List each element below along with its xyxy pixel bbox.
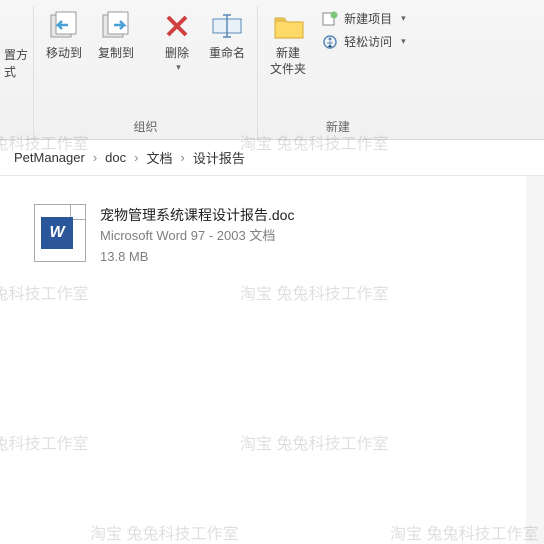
chevron-right-icon: › (134, 150, 138, 165)
file-list-area: W 宠物管理系统课程设计报告.doc Microsoft Word 97 - 2… (0, 176, 544, 296)
easy-access-icon (322, 34, 338, 50)
crumb-doc[interactable]: doc (101, 148, 130, 167)
new-item-label: 新建项目 (344, 10, 392, 27)
group-label-organize: 组织 (38, 114, 253, 139)
new-item-icon (322, 11, 338, 27)
folder-icon (272, 10, 304, 42)
copy-to-icon (100, 10, 132, 42)
ribbon-items-new: 新建 文件夹 新建项目 ▾ 轻松访问 ▾ (262, 6, 414, 114)
ribbon-group-organize: 移动到 复制到 删除 ▾ 重命名 (34, 6, 258, 139)
file-entry[interactable]: W 宠物管理系统课程设计报告.doc Microsoft Word 97 - 2… (30, 200, 298, 272)
crumb-design-report[interactable]: 设计报告 (189, 146, 249, 169)
copy-to-label: 复制到 (98, 46, 134, 62)
copy-to-button[interactable]: 复制到 (90, 6, 142, 66)
chevron-down-icon: ▾ (401, 36, 406, 47)
new-small-group: 新建项目 ▾ 轻松访问 ▾ (314, 6, 414, 54)
ribbon-items-organize: 移动到 复制到 删除 ▾ 重命名 (38, 6, 253, 114)
delete-button[interactable]: 删除 ▾ (153, 6, 201, 77)
move-to-label: 移动到 (46, 46, 82, 62)
ribbon-left-fragment: 置方式 (0, 6, 34, 139)
crumb-docs-cn[interactable]: 文档 (142, 146, 176, 169)
move-to-icon (48, 10, 80, 42)
new-folder-label: 新建 文件夹 (270, 46, 306, 77)
rename-icon (211, 10, 243, 42)
easy-access-button[interactable]: 轻松访问 ▾ (322, 33, 406, 50)
crumb-petmanager[interactable]: PetManager (10, 148, 89, 167)
new-item-button[interactable]: 新建项目 ▾ (322, 10, 406, 27)
chevron-down-icon: ▾ (401, 13, 406, 24)
word-doc-icon: W (34, 204, 86, 262)
delete-label: 删除 (165, 46, 189, 62)
word-icon-letter: W (41, 217, 73, 249)
file-size: 13.8 MB (100, 247, 294, 268)
ribbon: 置方式 移动到 复制到 删除 ▾ (0, 0, 544, 140)
chevron-right-icon: › (93, 150, 97, 165)
group-label-new: 新建 (262, 114, 414, 139)
new-folder-button[interactable]: 新建 文件夹 (262, 6, 314, 81)
chevron-down-icon: ▾ (176, 62, 181, 74)
file-meta: 宠物管理系统课程设计报告.doc Microsoft Word 97 - 200… (100, 204, 294, 268)
ribbon-group-new: 新建 文件夹 新建项目 ▾ 轻松访问 ▾ 新建 (258, 6, 418, 139)
rename-button[interactable]: 重命名 (201, 6, 253, 66)
breadcrumb[interactable]: PetManager › doc › 文档 › 设计报告 (0, 140, 544, 176)
chevron-right-icon: › (181, 150, 185, 165)
file-type: Microsoft Word 97 - 2003 文档 (100, 226, 294, 247)
delete-icon (161, 10, 193, 42)
vertical-scrollbar[interactable] (526, 176, 544, 544)
rename-label: 重命名 (209, 46, 245, 62)
easy-access-label: 轻松访问 (344, 33, 392, 50)
left-label-fragment: 置方式 (4, 46, 29, 80)
file-name: 宠物管理系统课程设计报告.doc (100, 204, 294, 226)
move-to-button[interactable]: 移动到 (38, 6, 90, 66)
